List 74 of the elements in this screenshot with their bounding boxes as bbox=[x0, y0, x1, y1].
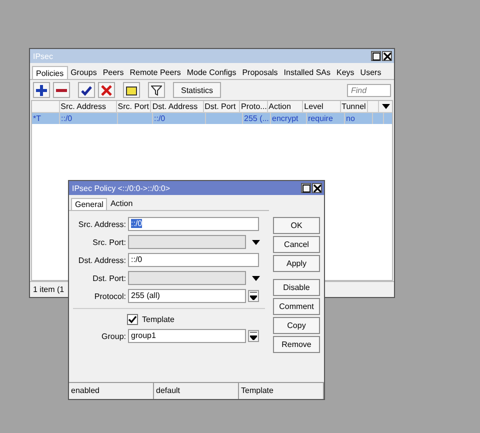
dropdown-icon[interactable] bbox=[252, 276, 260, 280]
dialog-title: IPsec Policy <::/0:0->::/0:0> bbox=[72, 184, 170, 192]
dialog-button[interactable]: Remove bbox=[273, 336, 320, 353]
table-cell: 255 (... bbox=[243, 113, 271, 124]
filter-icon bbox=[151, 84, 162, 96]
field-label: Dst. Address: bbox=[77, 256, 127, 264]
checkbox-label: Template bbox=[142, 314, 174, 324]
column-header[interactable]: Action bbox=[268, 101, 304, 112]
remove-button[interactable] bbox=[53, 82, 70, 98]
table-cell: ::/0 bbox=[60, 113, 118, 124]
tab[interactable]: Groups bbox=[68, 66, 100, 79]
statistics-button[interactable]: Statistics bbox=[173, 82, 222, 98]
column-header[interactable]: Level bbox=[303, 101, 341, 112]
dialog-button[interactable]: OK bbox=[273, 217, 320, 234]
tab[interactable]: Action bbox=[107, 198, 136, 210]
column-header[interactable]: Proto... bbox=[240, 101, 268, 112]
dialog-button[interactable]: Disable bbox=[273, 279, 320, 296]
tab[interactable]: Policies bbox=[32, 66, 68, 79]
note-icon bbox=[126, 84, 137, 96]
field-label: Group: bbox=[100, 332, 127, 340]
tab[interactable]: Keys bbox=[334, 66, 358, 79]
filter-button[interactable] bbox=[148, 82, 165, 98]
checkbox[interactable] bbox=[127, 314, 138, 324]
window-title: IPsec bbox=[33, 52, 54, 60]
tab[interactable]: General bbox=[71, 198, 108, 210]
table-cell: no bbox=[345, 113, 373, 124]
note-button[interactable] bbox=[123, 82, 140, 98]
add-button[interactable] bbox=[33, 82, 50, 98]
tab[interactable]: Mode Configs bbox=[184, 66, 240, 79]
find-field[interactable]: Find bbox=[347, 84, 391, 96]
check-icon bbox=[81, 84, 92, 96]
status-text: enabled bbox=[69, 383, 154, 399]
input-field[interactable]: ::/0 bbox=[128, 217, 259, 231]
close-button[interactable] bbox=[312, 183, 322, 193]
table-cell: require bbox=[307, 113, 345, 124]
maximize-button[interactable] bbox=[301, 183, 311, 193]
table-cell: encrypt bbox=[271, 113, 307, 124]
combo-button[interactable] bbox=[248, 290, 259, 302]
table-cell: *T bbox=[32, 113, 60, 124]
tab[interactable]: Peers bbox=[100, 66, 127, 79]
input-field[interactable]: ::/0 bbox=[128, 253, 259, 267]
check-button[interactable] bbox=[78, 82, 95, 98]
status-text: 1 item (1 bbox=[33, 285, 64, 294]
combo-field[interactable]: 255 (all) bbox=[128, 289, 246, 303]
column-header[interactable]: Dst. Port bbox=[204, 101, 240, 112]
dialog-button[interactable]: Comment bbox=[273, 298, 320, 315]
field-label: Dst. Port: bbox=[92, 274, 127, 282]
table-cell: ::/0 bbox=[153, 113, 206, 124]
maximize-button[interactable] bbox=[371, 51, 381, 61]
dropdown-icon[interactable] bbox=[252, 240, 260, 244]
close-button[interactable] bbox=[382, 51, 392, 61]
column-header[interactable]: Dst. Address bbox=[151, 101, 204, 112]
combo-field[interactable]: group1 bbox=[128, 329, 246, 343]
column-header[interactable]: Tunnel bbox=[340, 101, 368, 112]
cross-button[interactable] bbox=[98, 82, 115, 98]
field-label: Src. Port: bbox=[92, 238, 127, 246]
tab[interactable]: Proposals bbox=[239, 66, 281, 79]
column-header[interactable]: Src. Address bbox=[60, 101, 117, 112]
field-label: Protocol: bbox=[93, 292, 127, 300]
field-label: Src. Address: bbox=[77, 220, 127, 228]
table-row[interactable]: *T ::/0 ::/0 255 (... encrypt require no bbox=[32, 113, 392, 124]
tab[interactable]: Installed SAs bbox=[280, 66, 334, 79]
add-icon bbox=[36, 84, 47, 96]
dialog-button[interactable]: Apply bbox=[273, 255, 320, 272]
column-header[interactable]: Src. Port bbox=[116, 101, 152, 112]
status-text: Template bbox=[239, 383, 324, 399]
tab[interactable]: Users bbox=[357, 66, 384, 79]
dialog-button[interactable]: Cancel bbox=[273, 236, 320, 253]
status-text: default bbox=[154, 383, 239, 399]
tab[interactable]: Remote Peers bbox=[126, 66, 184, 79]
combo-button[interactable] bbox=[248, 330, 259, 342]
dropdown-icon[interactable] bbox=[382, 104, 390, 109]
dialog-button[interactable]: Copy bbox=[273, 317, 320, 334]
cross-icon bbox=[101, 84, 112, 96]
